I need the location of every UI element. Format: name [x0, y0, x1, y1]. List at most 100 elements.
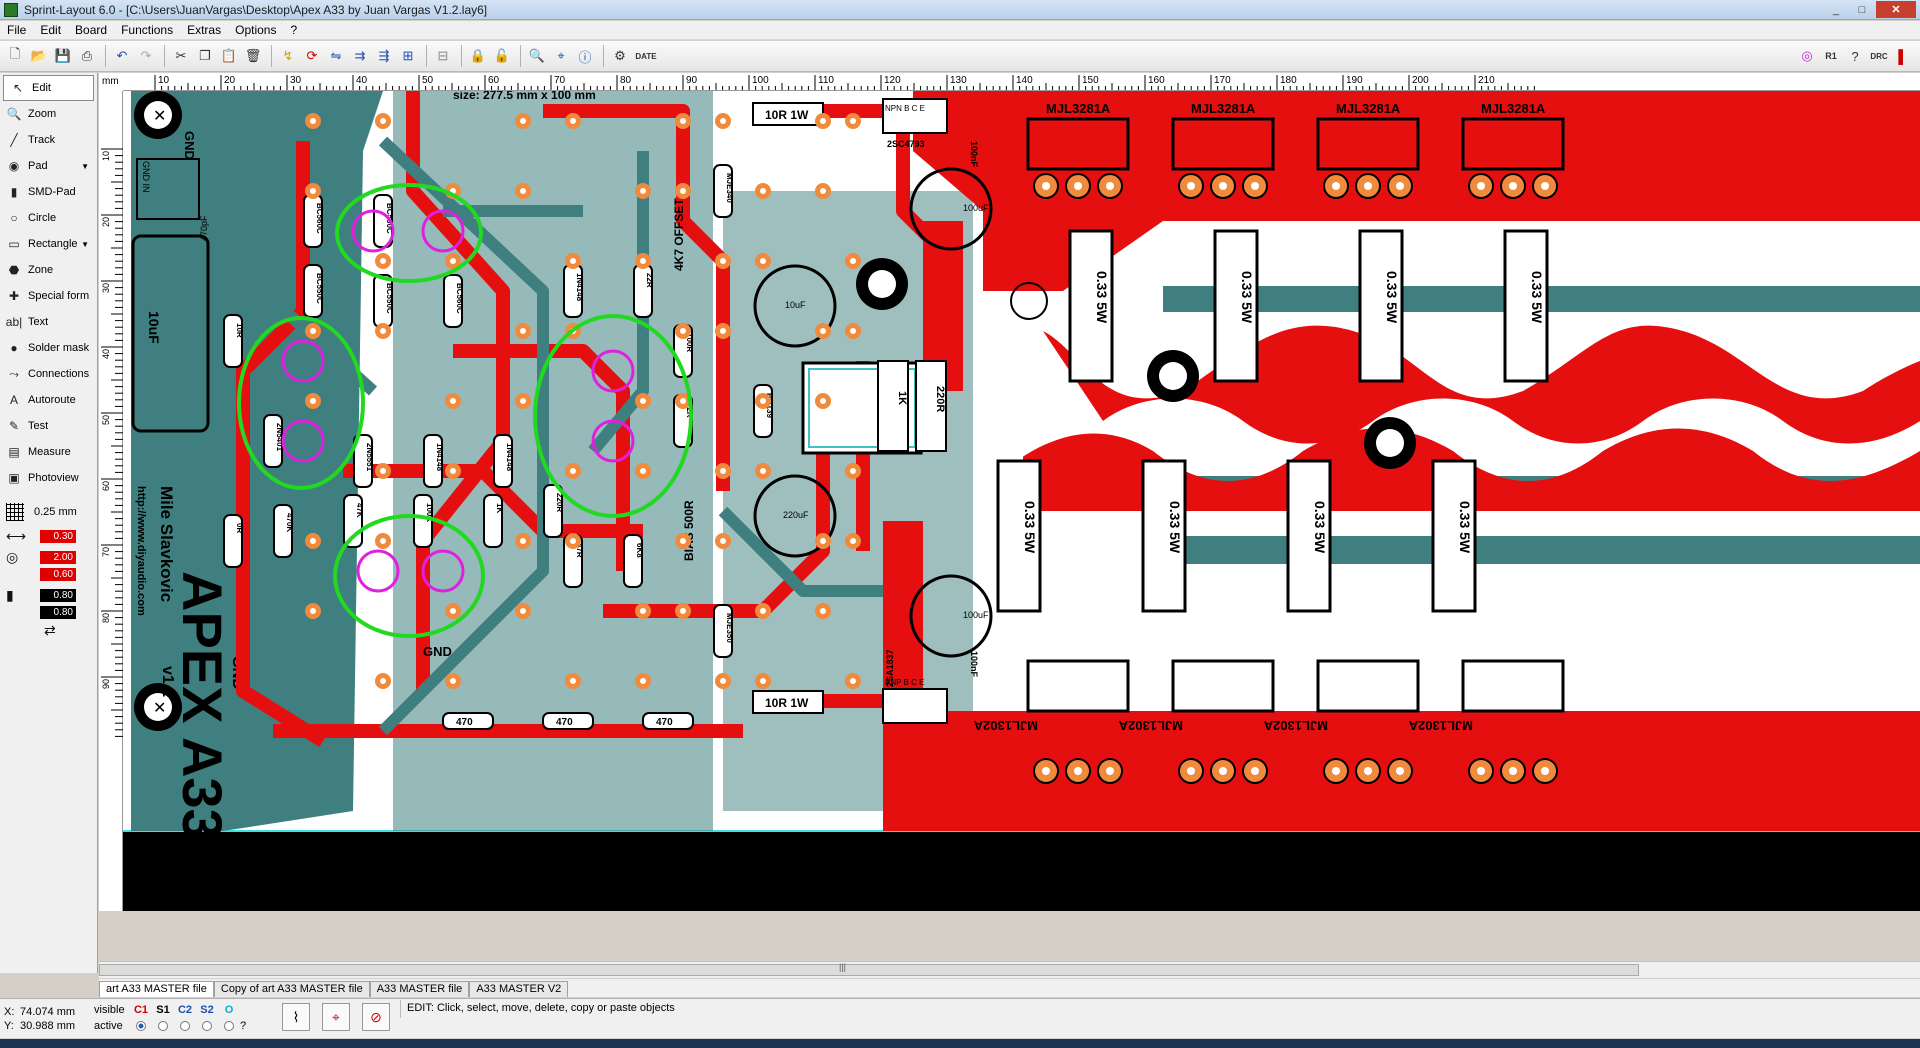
minimize-button[interactable]: _ [1824, 1, 1848, 18]
smd-height-value[interactable]: 0.80 [40, 605, 76, 619]
date-icon[interactable]: DATE [633, 45, 659, 67]
chevron-down-icon[interactable]: ▼ [81, 240, 89, 249]
pad-hole [450, 398, 456, 404]
lock-icon[interactable]: 🔒 [467, 45, 489, 67]
layer-s1[interactable]: S1 [152, 1004, 174, 1016]
toolbar-separator [271, 45, 272, 67]
layer-icon[interactable]: ◎ [1796, 45, 1818, 67]
pad-hole [1219, 182, 1227, 190]
mask-icon[interactable]: ▌ [1892, 45, 1914, 67]
tool-edit[interactable]: ↖ Edit [3, 75, 94, 101]
pad-hole [850, 468, 856, 474]
zone-icon: ⬣ [8, 263, 20, 277]
menu-extras[interactable]: Extras [180, 23, 228, 37]
menu-help[interactable]: ? [283, 23, 304, 37]
layer-s2[interactable]: S2 [196, 1004, 218, 1016]
mirror-icon[interactable]: ⇋ [325, 45, 347, 67]
pad-outer-value[interactable]: 2.00 [40, 550, 76, 564]
drc-icon[interactable]: DRC [1868, 45, 1890, 67]
visible-label: visible [94, 1004, 125, 1016]
layer-c1[interactable]: C1 [130, 1004, 152, 1016]
paste-icon[interactable]: 📋 [218, 45, 240, 67]
layer-help[interactable]: ? [240, 1020, 246, 1032]
tool-autoroute[interactable]: A Autoroute [0, 387, 97, 413]
menu-board[interactable]: Board [68, 23, 114, 37]
redo-icon[interactable]: ↷ [135, 45, 157, 67]
tool-measure[interactable]: ▤ Measure [0, 439, 97, 465]
pad-hole [640, 468, 646, 474]
horizontal-scrollbar[interactable]: ||| [99, 961, 1920, 978]
tool-track[interactable]: ╱ Track [0, 127, 97, 153]
info-icon[interactable]: ⓘ [574, 45, 596, 67]
driver-pnp-label: 2SA1837 [885, 649, 895, 687]
pad-hole [1106, 767, 1114, 775]
tool-zone[interactable]: ⬣ Zone [0, 257, 97, 283]
tool-test[interactable]: ✎ Test [0, 413, 97, 439]
cut-icon[interactable]: ✂ [170, 45, 192, 67]
pad-inner-value[interactable]: 0.60 [40, 567, 76, 581]
track-width-value[interactable]: 0.30 [40, 529, 76, 543]
tool-solder-mask[interactable]: ● Solder mask [0, 335, 97, 361]
active-radio-s2[interactable] [202, 1021, 212, 1031]
pcb-board[interactable]: ✕ ✕ GND GND IN 10uF 470pF APEX A33 Mile … [123, 91, 1920, 911]
menu-functions[interactable]: Functions [114, 23, 180, 37]
distribute-icon[interactable]: ⇶ [373, 45, 395, 67]
active-radio-c2[interactable] [180, 1021, 190, 1031]
tab-a33-master-v2[interactable]: A33 MASTER V2 [469, 981, 569, 997]
grid-selector[interactable]: 0.25 mm [0, 501, 97, 523]
delete-icon[interactable]: 🗑 [242, 45, 264, 67]
open-icon[interactable]: 📂 [28, 45, 50, 67]
tool-circle[interactable]: ○ Circle [0, 205, 97, 231]
snap-icon[interactable]: ⌖ [322, 1003, 350, 1031]
undo-icon[interactable]: ↶ [111, 45, 133, 67]
group-icon[interactable]: ⊞ [397, 45, 419, 67]
pcb-canvas[interactable]: ✕ ✕ GND GND IN 10uF 470pF APEX A33 Mile … [123, 91, 1920, 911]
r1-icon[interactable]: R1 [1820, 45, 1842, 67]
tool-connections[interactable]: ⤳ Connections [0, 361, 97, 387]
pad-hole [680, 188, 686, 194]
gear-icon[interactable]: ⚙ [609, 45, 631, 67]
rotate-icon[interactable]: ⟳ [301, 45, 323, 67]
print-icon[interactable]: ⎙ [76, 45, 98, 67]
rubberband-icon[interactable]: ⌇ [282, 1003, 310, 1031]
pad-hole [820, 398, 826, 404]
new-icon[interactable]: 🗋 [4, 45, 26, 67]
maximize-button[interactable]: □ [1850, 1, 1874, 18]
ungroup-icon[interactable]: ⊟ [432, 45, 454, 67]
ruler-label: 90 [686, 75, 698, 86]
tool-special-form[interactable]: ✚ Special form [0, 283, 97, 309]
tool-rectangle[interactable]: ▭ Rectangle ▼ [0, 231, 97, 257]
align-icon[interactable]: ⇉ [349, 45, 371, 67]
crosshair-icon[interactable]: ⌖ [550, 45, 572, 67]
flip-icon[interactable]: ↯ [277, 45, 299, 67]
help-icon[interactable]: ? [1844, 45, 1866, 67]
tool-pad[interactable]: ◉ Pad ▼ [0, 153, 97, 179]
tab-copy-of-art[interactable]: Copy of art A33 MASTER file [213, 981, 370, 997]
tool-photoview[interactable]: ▣ Photoview [0, 465, 97, 491]
tab-a33-master[interactable]: A33 MASTER file [369, 981, 470, 997]
tool-smd-pad[interactable]: ▮ SMD-Pad [0, 179, 97, 205]
save-icon[interactable]: 💾 [52, 45, 74, 67]
swap-icon[interactable]: ⇄ [44, 622, 68, 639]
layer-c2[interactable]: C2 [174, 1004, 196, 1016]
close-button[interactable]: ✕ [1876, 1, 1916, 18]
active-radio-o[interactable] [224, 1021, 234, 1031]
menu-edit[interactable]: Edit [33, 23, 68, 37]
active-radio-s1[interactable] [158, 1021, 168, 1031]
tool-zoom[interactable]: 🔍 Zoom [0, 101, 97, 127]
menu-options[interactable]: Options [228, 23, 283, 37]
pad-hole [1074, 182, 1082, 190]
active-radio-c1[interactable] [136, 1021, 146, 1031]
tool-text[interactable]: ab| Text [0, 309, 97, 335]
smd-width-value[interactable]: 0.80 [40, 588, 76, 602]
unlock-icon[interactable]: 🔓 [491, 45, 513, 67]
layer-o[interactable]: O [218, 1004, 240, 1016]
tool-list: ↖ Edit 🔍 Zoom ╱ Track ◉ Pad ▼ ▮ SMD-Pad ○ Circle ▭ Rec… [0, 75, 97, 491]
chevron-down-icon[interactable]: ▼ [81, 162, 89, 171]
copy-icon[interactable]: ❐ [194, 45, 216, 67]
zoom-icon[interactable]: 🔍 [526, 45, 548, 67]
menu-file[interactable]: File [0, 23, 33, 37]
scrollbar-thumb[interactable] [99, 964, 1639, 976]
tab-art-a33-master[interactable]: art A33 MASTER file [99, 981, 214, 997]
no-snap-icon[interactable]: ⊘ [362, 1003, 390, 1031]
